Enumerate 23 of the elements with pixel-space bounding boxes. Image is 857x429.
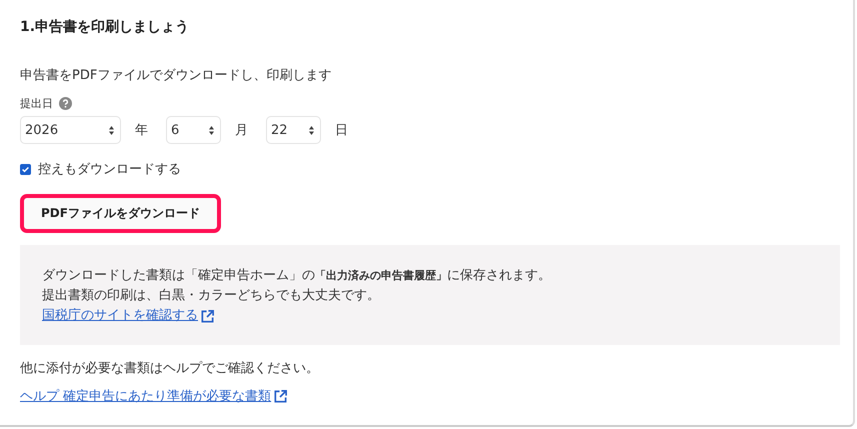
date-select[interactable]: 6	[166, 116, 221, 144]
external-link-icon	[273, 388, 288, 404]
unit-label: 日	[335, 122, 348, 139]
unit-label: 月	[235, 122, 248, 139]
help-icon[interactable]	[59, 97, 72, 110]
download-button[interactable]: PDFファイルをダウンロード	[20, 194, 221, 233]
checkbox-label: 控えもダウンロードする	[38, 161, 181, 178]
info-text: 提出書類の印刷は、白黒・カラーどちらでも大丈夫です。	[42, 287, 381, 305]
spinner-icon	[209, 126, 214, 134]
description: 申告書をPDFファイルでダウンロードし、印刷します	[20, 67, 332, 84]
info-text: ダウンロードした書類は「確定申告ホーム」の「出力済みの申告書履歴」に保存されます。	[42, 267, 552, 285]
date-select[interactable]: 22	[266, 116, 321, 144]
link[interactable]: 国税庁のサイトを確認する	[42, 306, 198, 326]
note-text: 他に添付が必要な書類はヘルプでご確認ください。	[20, 360, 320, 377]
unit-label: 年	[135, 122, 148, 139]
spinner-icon	[309, 126, 314, 134]
section-heading: 1.申告書を印刷しましょう	[20, 18, 190, 36]
checkbox[interactable]	[20, 164, 31, 174]
link[interactable]: ヘルプ 確定申告にあたり準備が必要な書類	[20, 387, 272, 405]
spinner-icon	[109, 126, 114, 134]
date-select[interactable]: 2026	[20, 116, 121, 144]
field-label: 提出日	[20, 96, 53, 111]
external-link-icon	[200, 308, 215, 324]
